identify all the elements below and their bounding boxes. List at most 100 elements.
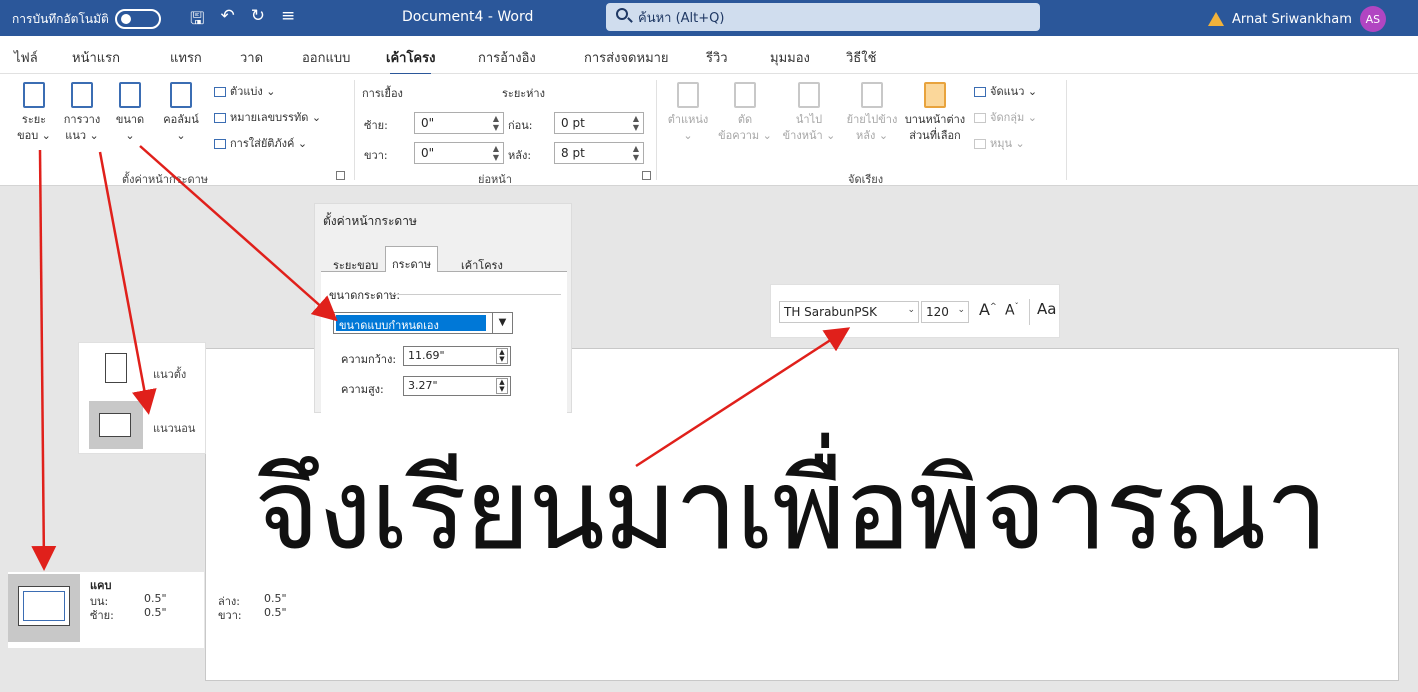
tab-home[interactable]: หน้าแรก — [72, 47, 120, 68]
orientation-portrait[interactable]: แนวตั้ง — [89, 347, 201, 397]
spacing-after-label: หลัง: — [508, 149, 532, 162]
paper-size-value: ขนาดแบบกำหนดเอง — [336, 315, 486, 332]
font-toolbar: TH SarabunPSK ⌄ 120 ⌄ A^ Aˇ Aa — [770, 284, 1060, 338]
breaks-button[interactable]: ตัวแบ่ง ⌄ — [214, 82, 275, 100]
rotate-label: หมุน ⌄ — [990, 137, 1025, 150]
tab-mailings[interactable]: การส่งจดหมาย — [584, 47, 669, 68]
align-icon — [974, 87, 986, 97]
paragraph-launcher[interactable] — [642, 171, 651, 180]
document-text[interactable]: จึงเรียนมาเพื่อพิจารณา — [254, 420, 1328, 598]
tab-layout[interactable]: เค้าโครง — [386, 47, 435, 76]
tab-insert[interactable]: แทรก — [170, 47, 202, 68]
width-spinner[interactable]: 11.69" ▲ ▼ — [403, 346, 511, 366]
dialog-tab-paper[interactable]: กระดาษ — [385, 246, 439, 273]
tab-view[interactable]: มุมมอง — [770, 47, 810, 68]
group-label-paragraph: ย่อหน้า — [478, 173, 512, 186]
group-label: จัดกลุ่ม ⌄ — [990, 111, 1037, 124]
landscape-page-icon — [99, 413, 131, 437]
spinner-arrows-icon[interactable]: ▲ ▼ — [496, 378, 508, 394]
font-name-value: TH SarabunPSK — [784, 305, 877, 319]
tab-references[interactable]: การอ้างอิง — [478, 47, 536, 68]
paper-size-select[interactable]: ขนาดแบบกำหนดเอง ▼ — [333, 312, 513, 334]
chevron-down-icon[interactable]: ⌄ — [957, 305, 965, 315]
spacing-before-value: 0 pt — [561, 116, 585, 130]
rotate-button[interactable]: หมุน ⌄ — [974, 134, 1025, 152]
bring-forward-button[interactable]: นำไป ข้างหน้า ⌄ — [778, 82, 840, 144]
indent-right-spinner[interactable]: 0" ▲ ▼ — [414, 142, 504, 164]
height-label: ความสูง: — [341, 383, 384, 396]
shrink-font-button[interactable]: Aˇ — [1005, 302, 1019, 319]
align-label: จัดแนว ⌄ — [990, 85, 1038, 98]
tab-draw[interactable]: วาด — [240, 47, 263, 68]
autosave[interactable]: การบันทึกอัตโนมัติ — [12, 9, 161, 29]
save-icon[interactable]: 🖫 — [190, 6, 204, 35]
page-setup-launcher[interactable] — [336, 171, 345, 180]
position-label-2: ⌄ — [683, 129, 693, 142]
margins-button[interactable]: ระยะ ขอบ ⌄ — [12, 82, 56, 144]
undo-icon[interactable]: ↶ — [220, 6, 234, 35]
indent-left-label: ซ้าย: — [364, 119, 388, 132]
spinner-arrows-icon[interactable]: ▲ ▼ — [493, 144, 499, 162]
font-name-box[interactable]: TH SarabunPSK ⌄ — [779, 301, 919, 323]
line-numbers-icon — [214, 113, 226, 123]
orientation-label-2: แนว ⌄ — [65, 129, 99, 142]
breaks-icon — [214, 87, 226, 97]
portrait-page-icon — [105, 353, 127, 383]
size-button[interactable]: ขนาด ⌄ — [110, 82, 150, 144]
chevron-down-icon[interactable]: ⌄ — [907, 305, 915, 315]
orientation-popup: แนวตั้ง แนวนอน — [78, 342, 206, 454]
spinner-arrows-icon[interactable]: ▲ ▼ — [496, 348, 508, 364]
wrap-text-label-1: ตัด — [737, 113, 753, 126]
search-box[interactable]: ค้นหา (Alt+Q) — [606, 3, 1040, 31]
dialog-tab-layout[interactable]: เค้าโครง — [455, 252, 509, 274]
customize-qat-icon[interactable]: ≡ — [281, 6, 295, 35]
indent-left-spinner[interactable]: 0" ▲ ▼ — [414, 112, 504, 134]
chevron-down-icon[interactable]: ▼ — [492, 313, 512, 333]
avatar[interactable]: AS — [1359, 6, 1386, 32]
margins-label-1: ระยะ — [21, 113, 47, 126]
columns-label-2: ⌄ — [176, 129, 186, 142]
group-label-page-setup: ตั้งค่าหน้ากระดาษ — [122, 173, 209, 186]
selection-pane-icon — [924, 82, 946, 108]
margins-label-2: ขอบ ⌄ — [17, 129, 51, 142]
spacing-before-spinner[interactable]: 0 pt ▲ ▼ — [554, 112, 644, 134]
tab-design[interactable]: ออกแบบ — [302, 47, 350, 68]
columns-button[interactable]: คอลัมน์ ⌄ — [158, 82, 204, 144]
user-account[interactable]: Arnat Sriwankham AS — [1208, 6, 1386, 32]
divider — [1029, 299, 1030, 325]
font-size-box[interactable]: 120 ⌄ — [921, 301, 969, 323]
autosave-toggle[interactable] — [114, 9, 161, 29]
warning-icon — [1208, 12, 1224, 26]
divider — [391, 294, 561, 295]
document-title: Document4 - Word — [402, 9, 534, 25]
tab-help[interactable]: วิธีใช้ — [846, 47, 876, 68]
spinner-arrows-icon[interactable]: ▲ ▼ — [493, 114, 499, 132]
orientation-button[interactable]: การวาง แนว ⌄ — [60, 82, 104, 144]
margins-popup-item[interactable]: แคบ บน: 0.5" ล่าง: 0.5" ซ้าย: 0.5" ขวา: … — [8, 572, 287, 648]
spinner-arrows-icon[interactable]: ▲ ▼ — [633, 144, 639, 162]
change-case-button[interactable]: Aa — [1037, 300, 1056, 318]
arrow-margins — [31, 149, 57, 571]
height-spinner[interactable]: 3.27" ▲ ▼ — [403, 376, 511, 396]
wrap-text-button[interactable]: ตัด ข้อความ ⌄ — [714, 82, 776, 144]
wrap-text-label-2: ข้อความ ⌄ — [718, 129, 772, 142]
send-backward-button[interactable]: ย้ายไปข้าง หลัง ⌄ — [842, 82, 902, 144]
selection-pane-button[interactable]: บานหน้าต่าง ส่วนที่เลือก — [902, 82, 968, 144]
orientation-label-1: การวาง — [63, 113, 101, 126]
dialog-tab-margins[interactable]: ระยะขอบ — [327, 252, 384, 274]
redo-icon[interactable]: ↻ — [251, 6, 265, 35]
line-numbers-button[interactable]: หมายเลขบรรทัด ⌄ — [214, 108, 321, 126]
spacing-after-spinner[interactable]: 8 pt ▲ ▼ — [554, 142, 644, 164]
tab-review[interactable]: รีวิว — [706, 47, 728, 68]
margin-bottom-value: 0.5" — [264, 592, 287, 605]
font-size-value: 120 — [926, 305, 949, 319]
spinner-arrows-icon[interactable]: ▲ ▼ — [633, 114, 639, 132]
group-icon — [974, 113, 986, 123]
orientation-landscape[interactable]: แนวนอน — [89, 401, 201, 451]
align-button[interactable]: จัดแนว ⌄ — [974, 82, 1037, 100]
group-button[interactable]: จัดกลุ่ม ⌄ — [974, 108, 1037, 126]
hyphenation-button[interactable]: การใส่ยัติภังค์ ⌄ — [214, 134, 307, 152]
tab-file[interactable]: ไฟล์ — [14, 47, 38, 68]
grow-font-button[interactable]: A^ — [979, 300, 997, 319]
position-button[interactable]: ตำแหน่ง ⌄ — [664, 82, 712, 144]
